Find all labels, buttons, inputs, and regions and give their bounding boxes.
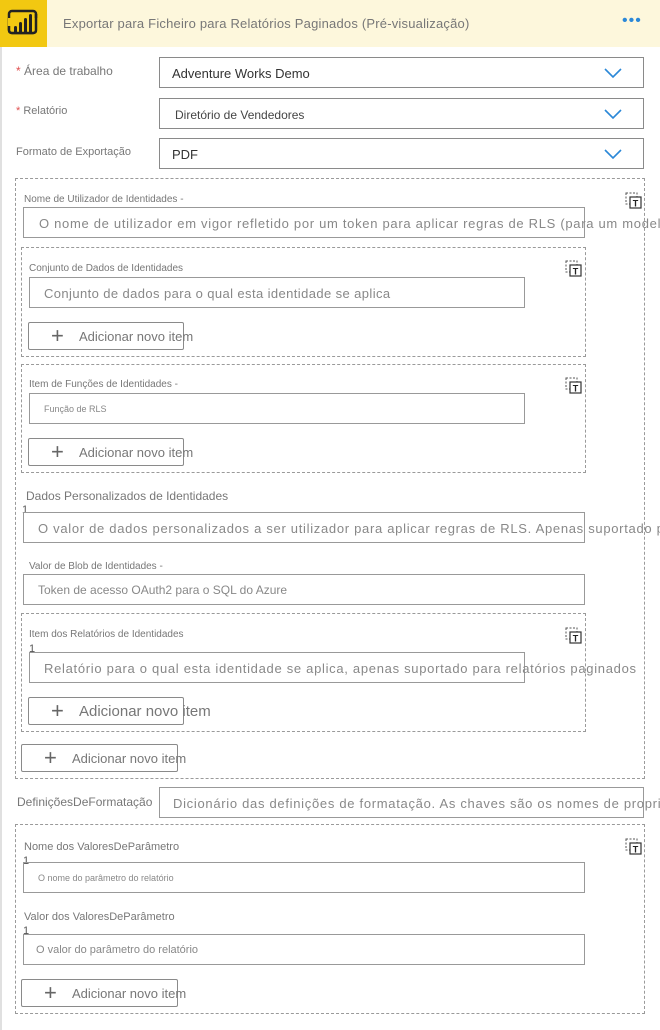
chevron-down-icon [604,109,622,120]
card-left-border [0,47,2,1030]
report-value: Diretório de Vendedores [175,108,305,122]
svg-text:T: T [633,845,639,855]
svg-text:T: T [573,384,579,394]
identity-username-placeholder: O nome de utilizador em vigor refletido … [39,216,660,231]
required-mark: * [16,64,21,78]
add-report-item-button[interactable]: + Adicionar novo item [28,697,211,725]
format-settings-label: DefiniçõesDeFormatação [17,795,153,809]
svg-text:T: T [573,267,579,277]
text-mode-toggle-icon[interactable]: T [625,192,643,210]
identity-customdata-input[interactable]: O valor de dados personalizados a ser ut… [23,512,660,543]
add-dataset-item-button[interactable]: + Adicionar novo item [28,322,193,350]
parameter-name-input[interactable]: O nome do parâmetro do relatório [23,862,585,893]
text-mode-toggle-icon[interactable]: T [565,627,583,645]
parameter-value-input[interactable]: O valor do parâmetro do relatório [23,934,585,965]
add-identity-item-button[interactable]: + Adicionar novo item [21,744,186,772]
identity-datasets-label: Conjunto de Dados de Identidades [29,263,184,274]
plus-icon: + [44,745,57,770]
required-mark: * [16,105,21,117]
text-mode-toggle-icon[interactable]: T [565,260,583,278]
export-format-label: Formato de Exportação [16,146,131,158]
add-parameter-item-button[interactable]: + Adicionar novo item [21,979,186,1007]
identity-roles-label: Item de Funções de Identidades - [29,379,178,390]
identity-report-input[interactable]: Relatório para o qual esta identidade se… [29,652,636,683]
workspace-label-text: Área de trabalho [24,64,113,78]
identity-blob-placeholder: Token de acesso OAuth2 para o SQL do Azu… [38,583,288,597]
power-bi-logo-icon [0,0,47,47]
identity-role-placeholder: Função de RLS [44,404,107,414]
add-item-label: Adicionar novo item [79,445,194,460]
chevron-down-icon [604,149,622,160]
svg-text:T: T [573,634,579,644]
identity-blob-input[interactable]: Token de acesso OAuth2 para o SQL do Azu… [23,574,585,605]
parameter-name-label: Nome dos ValoresDeParâmetro [24,841,180,853]
plus-icon: + [51,439,64,464]
parameter-value-placeholder: O valor do parâmetro do relatório [36,944,199,956]
parameter-name-placeholder: O nome do parâmetro do relatório [38,873,174,883]
add-item-label: Adicionar novo item [79,329,194,344]
workspace-dropdown[interactable]: Adventure Works Demo [159,57,644,88]
export-format-value: PDF [172,147,198,162]
report-label-text: Relatório [23,105,68,117]
identity-role-input[interactable]: Função de RLS [29,393,525,424]
identity-customdata-placeholder: O valor de dados personalizados a ser ut… [38,521,660,536]
parameter-value-label: Valor dos ValoresDeParâmetro [24,911,175,923]
text-mode-toggle-icon[interactable]: T [565,377,583,395]
plus-icon: + [44,980,57,1005]
format-settings-placeholder: Dicionário das definições de formatação.… [173,796,660,811]
identity-blob-label: Valor de Blob de Identidades - [29,561,163,572]
more-options-icon[interactable]: ••• [622,12,642,30]
add-item-label: Adicionar novo item [72,751,187,766]
svg-text:T: T [633,199,639,209]
identity-username-label: Nome de Utilizador de Identidades - [24,194,184,205]
workspace-value: Adventure Works Demo [172,66,310,81]
action-title: Exportar para Ficheiro para Relatórios P… [63,16,470,31]
export-format-dropdown[interactable]: PDF [159,138,644,169]
plus-icon: + [51,698,64,723]
report-label: * Relatório [16,105,67,117]
chevron-down-icon [604,68,622,79]
text-mode-toggle-icon[interactable]: T [625,838,643,856]
workspace-label: * Área de trabalho [16,64,113,78]
identity-dataset-input[interactable]: Conjunto de dados para o qual esta ident… [29,277,525,308]
identity-report-placeholder: Relatório para o qual esta identidade se… [44,661,637,676]
plus-icon: + [51,323,64,348]
identity-customdata-label: Dados Personalizados de Identidades [26,489,229,503]
add-item-label: Adicionar novo item [72,986,187,1001]
add-role-item-button[interactable]: + Adicionar novo item [28,438,193,466]
add-item-label: Adicionar novo item [79,703,211,720]
identity-username-input[interactable]: O nome de utilizador em vigor refletido … [23,207,660,238]
report-dropdown[interactable]: Diretório de Vendedores [159,98,644,129]
format-settings-input[interactable]: Dicionário das definições de formatação.… [159,787,660,818]
identity-dataset-placeholder: Conjunto de dados para o qual esta ident… [44,286,391,301]
identity-reports-label: Item dos Relatórios de Identidades [29,629,184,640]
